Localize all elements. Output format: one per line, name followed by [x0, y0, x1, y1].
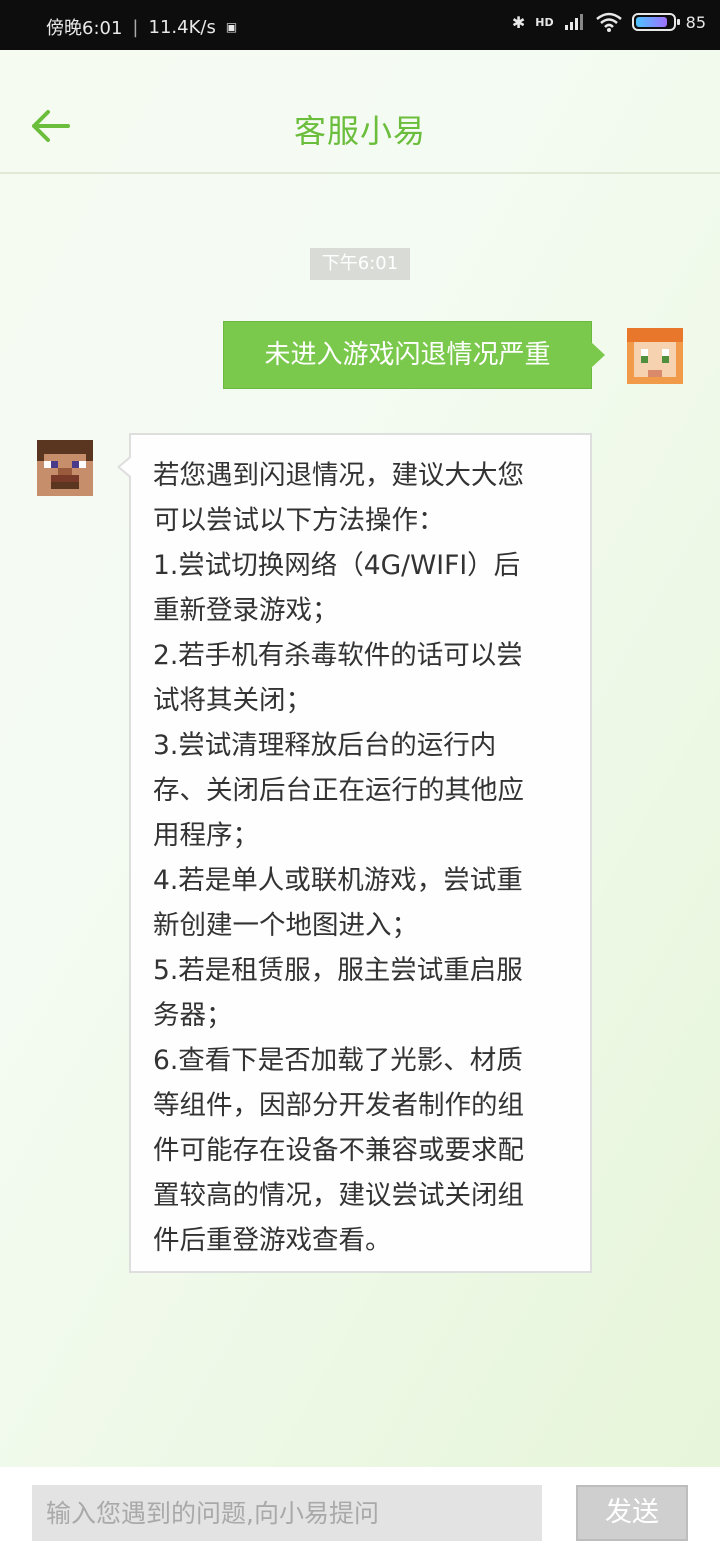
message-line: 3.尝试清理释放后台的运行内	[153, 730, 497, 761]
send-button[interactable]: 发送	[576, 1485, 688, 1541]
status-right: ✱ HD 85	[512, 12, 706, 32]
network-speed: 11.4K/s	[148, 16, 216, 38]
message-line: 用程序；	[153, 820, 259, 851]
signal-icon	[564, 14, 583, 30]
battery-fill	[635, 17, 667, 27]
message-line: 若您遇到闪退情况，建议大大您	[153, 460, 524, 491]
page-title: 客服小易	[293, 112, 426, 150]
message-line: 试将其关闭；	[153, 685, 312, 716]
message-line: 重新登录游戏；	[153, 595, 339, 626]
message-line: 存、关闭后台正在运行的其他应	[153, 775, 524, 806]
status-divider: |	[132, 16, 139, 38]
notification-icon: ▣	[225, 20, 238, 34]
chat-screen: 客服小易 下午6:01 未进入游戏闪退情况严重 若您遇到闪退情况，建议大大您 可…	[0, 50, 720, 1560]
question-input[interactable]	[32, 1485, 542, 1541]
message-line: 新创建一个地图进入；	[153, 910, 418, 941]
message-line: 件可能存在设备不兼容或要求配	[153, 1135, 524, 1166]
message-line: 置较高的情况，建议尝试关闭组	[153, 1180, 524, 1211]
pixel-steve-avatar-icon	[37, 440, 93, 496]
message-line: 可以尝试以下方法操作：	[153, 505, 445, 536]
status-left: 傍晚6:01 | 11.4K/s ▣	[46, 14, 237, 40]
message-line: 2.若手机有杀毒软件的话可以尝	[153, 640, 523, 671]
status-bar: 傍晚6:01 | 11.4K/s ▣ ✱ HD 85	[0, 0, 720, 50]
message-line: 1.尝试切换网络（4G/WIFI）后	[153, 550, 521, 581]
pixel-character-avatar-icon	[627, 328, 683, 384]
network-type: HD	[535, 15, 554, 29]
message-line: 5.若是租赁服，服主尝试重启服	[153, 955, 523, 986]
user-avatar[interactable]	[627, 328, 683, 384]
battery-level: 85	[685, 12, 706, 32]
bluetooth-icon: ✱	[511, 12, 526, 32]
agent-avatar[interactable]	[37, 440, 93, 496]
message-line: 等组件，因部分开发者制作的组	[153, 1090, 524, 1121]
message-timestamp: 下午6:01	[310, 248, 410, 280]
sent-message-text: 未进入游戏闪退情况严重	[264, 340, 551, 370]
sent-message-bubble[interactable]: 未进入游戏闪退情况严重	[223, 321, 605, 389]
received-message-bubble[interactable]: 若您遇到闪退情况，建议大大您 可以尝试以下方法操作： 1.尝试切换网络（4G/W…	[117, 433, 592, 1273]
battery-tip	[676, 19, 680, 25]
message-line: 务器；	[153, 1000, 233, 1031]
top-bar: 客服小易	[0, 50, 720, 174]
wifi-icon	[595, 12, 622, 32]
status-time: 傍晚6:01	[46, 18, 123, 39]
message-line: 4.若是单人或联机游戏，尝试重	[153, 865, 523, 896]
battery-icon	[631, 13, 680, 31]
message-line: 件后重登游戏查看。	[153, 1225, 392, 1256]
message-line: 6.查看下是否加载了光影、材质	[153, 1045, 523, 1076]
composer-bar: 发送	[0, 1467, 720, 1560]
